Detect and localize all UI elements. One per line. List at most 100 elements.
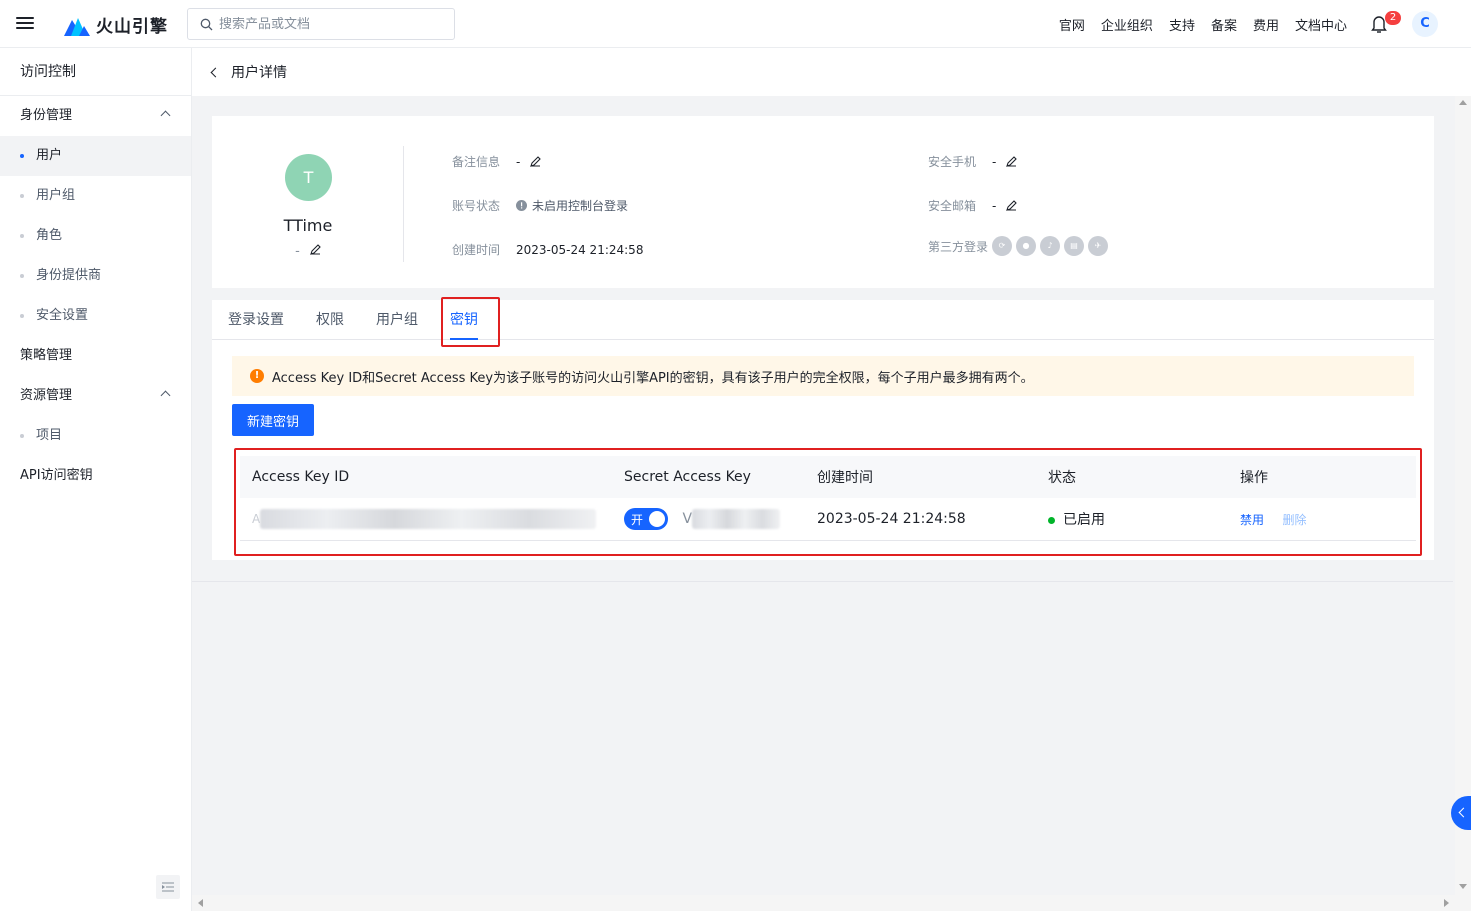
key-notice: ! Access Key ID和Secret Access Key为该子账号的访… bbox=[232, 356, 1414, 396]
actions-cell: 禁用 删除 bbox=[1240, 511, 1416, 528]
nav-link-support[interactable]: 支持 bbox=[1169, 15, 1195, 34]
edit-icon[interactable] bbox=[309, 244, 321, 255]
douyin-login-icon[interactable]: ♪ bbox=[1040, 236, 1060, 256]
secret-prefix: V bbox=[682, 511, 693, 527]
highlight-box-table: Access Key ID Secret Access Key 创建时间 状态 … bbox=[234, 448, 1422, 556]
toggle-label: 开 bbox=[631, 512, 644, 527]
horizontal-scrollbar[interactable] bbox=[192, 895, 1455, 911]
sidebar-title: 访问控制 bbox=[0, 48, 191, 96]
brand-name: 火山引擎 bbox=[96, 17, 168, 37]
account-status-label: 账号状态 bbox=[452, 199, 501, 213]
highlight-box-tab bbox=[441, 297, 500, 347]
col-secret-access-key: Secret Access Key bbox=[624, 469, 751, 485]
nav-link-official-site[interactable]: 官网 bbox=[1059, 15, 1085, 34]
security-phone-field: 安全手机 - bbox=[928, 153, 1018, 170]
search-input[interactable] bbox=[219, 16, 439, 32]
chevron-up-icon bbox=[160, 390, 171, 401]
page-title: 用户详情 bbox=[231, 65, 287, 81]
show-secret-toggle[interactable]: 开 bbox=[624, 508, 668, 530]
notice-text: Access Key ID和Secret Access Key为该子账号的访问火… bbox=[272, 370, 1034, 386]
sidebar-item-user-groups[interactable]: 用户组 bbox=[0, 176, 191, 216]
security-email-field: 安全邮箱 - bbox=[928, 197, 1018, 214]
main-content: 用户详情 T TTime - 备注信息 - 账号状态 未启用控制台登录 创建时间… bbox=[192, 48, 1471, 895]
sidebar: 访问控制 身份管理 用户 用户组 角色 身份提供商 安全设置 策略管理 资源管理… bbox=[0, 48, 192, 911]
sidebar-group-identity[interactable]: 身份管理 bbox=[0, 96, 191, 136]
feishu-login-icon[interactable]: ✈ bbox=[1088, 236, 1108, 256]
secret-key-cell: 开 V bbox=[624, 508, 817, 530]
sidebar-item-policies[interactable]: 策略管理 bbox=[0, 336, 191, 376]
vertical-scrollbar[interactable] bbox=[1455, 96, 1471, 911]
scroll-up-icon[interactable] bbox=[1459, 100, 1467, 105]
new-key-button[interactable]: 新建密钥 bbox=[232, 404, 314, 436]
sidebar-item-identity-providers[interactable]: 身份提供商 bbox=[0, 256, 191, 296]
collapse-menu-icon bbox=[162, 882, 174, 892]
edit-icon[interactable] bbox=[1006, 200, 1018, 211]
warning-icon: ! bbox=[250, 369, 264, 383]
security-phone-label: 安全手机 bbox=[928, 155, 977, 169]
back-arrow-icon[interactable] bbox=[210, 67, 221, 77]
volcano-logo-icon bbox=[64, 17, 90, 36]
delete-key-link[interactable]: 删除 bbox=[1282, 513, 1306, 527]
account-avatar[interactable]: C bbox=[1412, 11, 1438, 37]
created-time-cell: 2023-05-24 21:24:58 bbox=[817, 511, 966, 527]
remark-value: - bbox=[516, 154, 521, 169]
sidebar-item-roles[interactable]: 角色 bbox=[0, 216, 191, 256]
info-icon bbox=[516, 200, 527, 211]
nav-link-docs[interactable]: 文档中心 bbox=[1295, 15, 1347, 34]
security-email-label: 安全邮箱 bbox=[928, 199, 977, 213]
security-phone-value: - bbox=[992, 154, 997, 169]
table-header: Access Key ID Secret Access Key 创建时间 状态 … bbox=[240, 456, 1416, 498]
breadcrumb: 用户详情 bbox=[192, 48, 1471, 96]
tab-login-settings[interactable]: 登录设置 bbox=[228, 300, 284, 340]
user-remark-value: - bbox=[295, 244, 300, 259]
access-key-prefix: A bbox=[252, 512, 261, 526]
sidebar-group-label: 身份管理 bbox=[20, 108, 73, 123]
hamburger-menu-icon[interactable] bbox=[16, 14, 34, 32]
user-avatar: T bbox=[285, 154, 332, 201]
sidebar-item-users[interactable]: 用户 bbox=[0, 136, 191, 176]
col-access-key-id: Access Key ID bbox=[252, 469, 350, 485]
sidebar-item-projects[interactable]: 项目 bbox=[0, 416, 191, 456]
sidebar-group-resources[interactable]: 资源管理 bbox=[0, 376, 191, 416]
nav-link-enterprise[interactable]: 企业组织 bbox=[1101, 15, 1153, 34]
toutiao-login-icon[interactable]: ▤ bbox=[1064, 236, 1084, 256]
security-email-value: - bbox=[992, 198, 997, 213]
xigua-login-icon[interactable]: ● bbox=[1016, 236, 1036, 256]
status-badge: 已启用 bbox=[1063, 512, 1105, 528]
user-info-card: T TTime - 备注信息 - 账号状态 未启用控制台登录 创建时间 2023… bbox=[212, 116, 1434, 288]
notification-badge: 2 bbox=[1385, 11, 1401, 25]
created-field: 创建时间 2023-05-24 21:24:58 bbox=[452, 241, 643, 258]
nav-link-billing[interactable]: 费用 bbox=[1253, 15, 1279, 34]
user-name: TTime bbox=[283, 216, 333, 235]
thirdparty-field: 第三方登录 ⟳ ● ♪ ▤ ✈ bbox=[928, 236, 1108, 256]
sidebar-item-security-settings[interactable]: 安全设置 bbox=[0, 296, 191, 336]
col-actions: 操作 bbox=[1240, 470, 1268, 486]
table-row: A 开 V 2023-05-24 21:24:58 已启用 禁用 删除 bbox=[240, 498, 1416, 541]
sidebar-item-api-keys[interactable]: API访问密钥 bbox=[0, 456, 191, 496]
global-search[interactable] bbox=[187, 8, 455, 40]
edit-icon[interactable] bbox=[530, 156, 542, 167]
sidebar-collapse-button[interactable] bbox=[156, 875, 180, 899]
tab-permissions[interactable]: 权限 bbox=[316, 300, 344, 340]
nav-link-icp[interactable]: 备案 bbox=[1211, 15, 1237, 34]
access-key-table: Access Key ID Secret Access Key 创建时间 状态 … bbox=[240, 456, 1416, 541]
redacted-access-key bbox=[260, 509, 597, 529]
edit-icon[interactable] bbox=[1006, 156, 1018, 167]
thirdparty-icons: ⟳ ● ♪ ▤ ✈ bbox=[992, 236, 1108, 256]
empty-area bbox=[192, 582, 1453, 895]
scroll-left-icon[interactable] bbox=[198, 899, 203, 907]
redacted-secret-key bbox=[692, 509, 781, 529]
created-label: 创建时间 bbox=[452, 243, 501, 257]
thirdparty-label: 第三方登录 bbox=[928, 239, 989, 254]
tab-user-groups[interactable]: 用户组 bbox=[376, 300, 418, 340]
scroll-down-icon[interactable] bbox=[1459, 884, 1467, 889]
col-status: 状态 bbox=[1048, 470, 1076, 486]
brand-logo[interactable]: 火山引擎 bbox=[64, 12, 168, 37]
search-icon bbox=[200, 18, 213, 30]
disable-key-link[interactable]: 禁用 bbox=[1240, 513, 1264, 527]
chevron-up-icon bbox=[160, 110, 171, 121]
tab-bar: 登录设置 权限 用户组 密钥 bbox=[212, 300, 1434, 340]
scroll-right-icon[interactable] bbox=[1444, 899, 1449, 907]
account-status-value: 未启用控制台登录 bbox=[532, 199, 629, 213]
sync-login-icon[interactable]: ⟳ bbox=[992, 236, 1012, 256]
